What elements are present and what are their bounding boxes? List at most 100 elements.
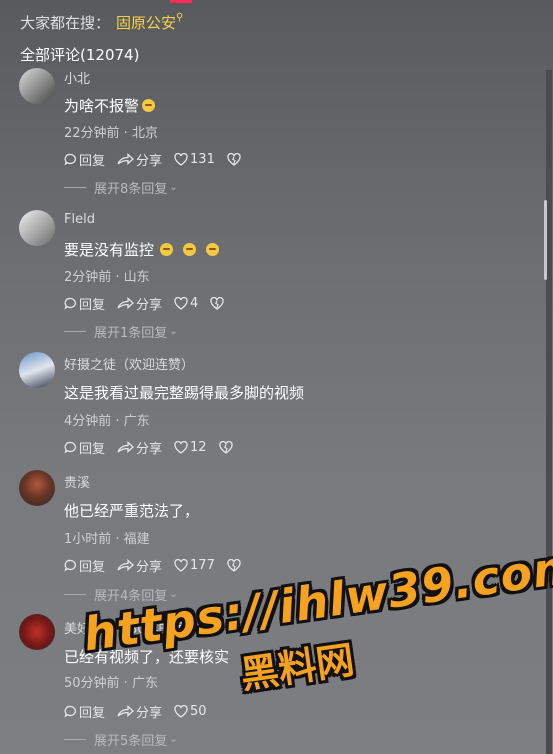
divider	[64, 594, 86, 595]
active-tab-indicator	[170, 0, 192, 3]
comments-count-title: 全部评论(12074)	[20, 46, 140, 64]
reply-button[interactable]: 回复	[64, 294, 105, 313]
reply-icon	[64, 559, 76, 572]
share-button[interactable]: 分享	[117, 702, 162, 721]
heart-icon	[174, 153, 188, 166]
share-button[interactable]: 分享	[117, 150, 162, 169]
share-button[interactable]: 分享	[117, 556, 162, 575]
like-button[interactable]: 131	[174, 152, 215, 167]
avatar[interactable]	[19, 210, 55, 246]
like-count: 50	[190, 704, 207, 719]
share-label: 分享	[136, 298, 163, 313]
heart-icon	[174, 705, 188, 718]
comment-item: Fleld 要是没有监控 2分钟前 · 山东 回复 分享 4 展开1条回复 ⌄	[0, 210, 540, 341]
dislike-button[interactable]	[227, 559, 243, 572]
avatar[interactable]	[19, 68, 55, 104]
like-count: 131	[190, 152, 215, 167]
divider	[64, 187, 86, 188]
reply-button[interactable]: 回复	[64, 438, 105, 457]
avatar[interactable]	[19, 352, 55, 388]
comment-username[interactable]: Fleld	[64, 212, 95, 227]
comment-text-content: 这是我看过最完整踢得最多脚的视频	[64, 384, 305, 402]
heart-icon	[174, 441, 188, 454]
comment-text: 这是我看过最完整踢得最多脚的视频	[64, 382, 304, 403]
expand-replies-label: 展开8条回复	[94, 182, 168, 197]
comment-username[interactable]: 贵溪	[64, 472, 90, 491]
like-button[interactable]: 177	[174, 558, 215, 573]
dislike-button[interactable]	[210, 297, 226, 310]
share-icon	[117, 297, 134, 309]
like-count: 4	[190, 296, 199, 311]
expand-replies[interactable]: 展开1条回复 ⌄	[64, 322, 178, 341]
comment-text-content: 他已经严重范法了，	[64, 502, 200, 520]
reply-button[interactable]: 回复	[64, 702, 105, 721]
broken-heart-icon	[227, 559, 241, 572]
comment-meta: 50分钟前 · 广东	[64, 676, 158, 691]
dislike-button[interactable]	[218, 441, 235, 454]
share-icon	[117, 441, 134, 453]
trending-search-bar[interactable]: 大家都在搜： 固原公安⚲	[20, 12, 183, 33]
like-button[interactable]: 50	[174, 704, 207, 719]
share-label: 分享	[136, 442, 163, 457]
chevron-down-icon: ⌄	[169, 734, 178, 745]
reply-button[interactable]: 回复	[64, 556, 105, 575]
comment-username[interactable]: 好摄之徒（欢迎连赞）	[64, 354, 194, 373]
comment-actions: 回复 分享 12	[64, 438, 247, 457]
share-label: 分享	[136, 560, 163, 575]
reply-label: 回复	[79, 154, 106, 169]
reply-label: 回复	[79, 706, 106, 721]
emoji-icon	[206, 243, 220, 256]
share-label: 分享	[136, 706, 163, 721]
comment-actions: 回复 分享 131	[64, 150, 255, 169]
chevron-down-icon: ⌄	[169, 182, 178, 193]
reply-button[interactable]: 回复	[64, 150, 105, 169]
comment-actions: 回复 分享 50	[64, 702, 219, 721]
comment-username[interactable]: 小北	[64, 68, 90, 87]
expand-replies[interactable]: 展开5条回复 ⌄	[64, 730, 178, 749]
comment-actions: 回复 分享 177	[64, 556, 255, 575]
comment-text: 他已经严重范法了，	[64, 500, 199, 521]
comment-meta: 22分钟前 · 北京	[64, 126, 158, 141]
emoji-icon	[142, 99, 156, 112]
scrollbar-track[interactable]	[546, 70, 552, 754]
reply-icon	[64, 441, 76, 454]
comment-text-content: 为啥不报警	[64, 97, 140, 115]
reply-label: 回复	[79, 560, 106, 575]
share-icon	[117, 705, 134, 717]
reply-icon	[64, 705, 76, 718]
reply-icon	[64, 297, 76, 310]
broken-heart-icon	[210, 297, 224, 310]
comment-item: 好摄之徒（欢迎连赞） 这是我看过最完整踢得最多脚的视频 4分钟前 · 广东 回复…	[0, 352, 540, 462]
emoji-icon	[160, 243, 174, 256]
divider	[64, 739, 86, 740]
heart-icon	[174, 559, 188, 572]
share-button[interactable]: 分享	[117, 438, 162, 457]
share-button[interactable]: 分享	[117, 294, 162, 313]
expand-replies-label: 展开5条回复	[94, 734, 168, 749]
comment-text-content: 要是没有监控	[64, 241, 155, 259]
reply-label: 回复	[79, 298, 106, 313]
avatar[interactable]	[19, 614, 55, 650]
heart-icon	[174, 297, 188, 310]
expand-replies-label: 展开1条回复	[94, 326, 168, 341]
broken-heart-icon	[218, 441, 233, 454]
avatar[interactable]	[19, 470, 55, 506]
chevron-down-icon: ⌄	[169, 326, 178, 337]
share-icon	[117, 559, 134, 571]
comment-item: 小北 为啥不报警 22分钟前 · 北京 回复 分享 131 展开8条回复 ⌄	[0, 68, 540, 198]
search-icon: ⚲	[176, 12, 184, 23]
like-button[interactable]: 4	[174, 296, 198, 311]
reply-icon	[64, 153, 76, 166]
comment-meta: 1小时前 · 福建	[64, 532, 150, 547]
comment-meta: 4分钟前 · 广东	[64, 414, 150, 429]
comment-text: 要是没有监控	[64, 239, 220, 260]
divider	[64, 331, 86, 332]
dislike-button[interactable]	[227, 153, 243, 166]
expand-replies[interactable]: 展开8条回复 ⌄	[64, 178, 178, 197]
emoji-icon	[183, 243, 197, 256]
like-button[interactable]: 12	[174, 440, 207, 455]
trending-search-keyword[interactable]: 固原公安	[116, 14, 176, 32]
scrollbar-thumb[interactable]	[544, 200, 547, 280]
broken-heart-icon	[227, 153, 241, 166]
share-icon	[117, 153, 134, 165]
